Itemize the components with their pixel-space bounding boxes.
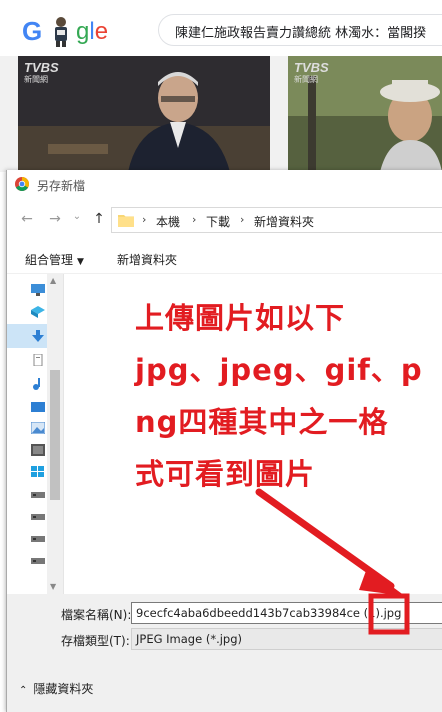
breadcrumb-separator: ›	[142, 213, 147, 226]
breadcrumb-new-folder[interactable]: 新增資料夾	[254, 213, 314, 230]
breadcrumb-separator: ›	[240, 213, 245, 226]
drive-icon[interactable]	[31, 554, 45, 566]
search-input[interactable]: 陳建仁施政報告賣力讚總統 林濁水：當閣揆	[158, 14, 442, 46]
documents-icon[interactable]	[31, 354, 45, 366]
this-pc-icon[interactable]	[31, 284, 45, 296]
filetype-label: 存檔類型(T):	[61, 634, 130, 648]
up-arrow-icon[interactable]: ↑	[91, 211, 107, 227]
music-icon[interactable]	[31, 378, 45, 390]
new-folder-button[interactable]: 新增資料夾	[117, 251, 177, 268]
annotation-line: ng四種其中之一格	[135, 405, 389, 439]
navigation-bar: ← → ⌄ ↑ › 本機 › 下載 › 新增資料夾	[7, 202, 442, 236]
tvbs-watermark: TVBS 新聞網	[24, 60, 59, 84]
3d-objects-icon[interactable]	[31, 306, 45, 318]
chrome-icon	[15, 177, 29, 191]
address-bar[interactable]: › 本機 › 下載 › 新增資料夾	[111, 207, 442, 233]
breadcrumb-downloads[interactable]: 下載	[206, 213, 230, 230]
filename-label: 檔案名稱(N):	[61, 608, 132, 622]
doodle-figure-icon	[55, 17, 67, 47]
scroll-up-arrow-icon[interactable]: ▲	[50, 276, 56, 285]
windows-drive-icon[interactable]	[31, 466, 45, 478]
hide-folders-button[interactable]: ⌃ 隱藏資料夾	[19, 680, 93, 697]
folder-icon	[118, 215, 134, 227]
scroll-down-arrow-icon[interactable]: ▼	[50, 582, 56, 591]
desktop-icon[interactable]	[31, 400, 45, 412]
navigation-pane: ▲ ▼	[7, 274, 63, 594]
drive-icon[interactable]	[31, 510, 45, 522]
scroll-thumb[interactable]	[50, 370, 60, 500]
annotation-line: 上傳圖片如以下	[135, 301, 346, 335]
videos-icon[interactable]	[31, 444, 45, 456]
browser-header: G gle 陳建仁施政報告賣力讚總統 林濁水：當閣揆	[0, 0, 442, 56]
filename-input[interactable]: 9cecfc4aba6dbeedd143b7cab33984ce (1).jpg	[131, 602, 442, 624]
chevron-up-icon: ⌃	[19, 685, 28, 696]
breadcrumb-separator: ›	[192, 213, 197, 226]
dropdown-arrow-icon: ▼	[77, 257, 84, 267]
filetype-select[interactable]: JPEG Image (*.jpg)	[131, 628, 442, 650]
drive-icon[interactable]	[31, 488, 45, 500]
google-doodle-logo[interactable]: G gle	[22, 14, 112, 50]
annotation-line: jpg、jpeg、gif、p	[135, 353, 423, 387]
forward-arrow-icon[interactable]: →	[47, 211, 63, 227]
breadcrumb-this-pc[interactable]: 本機	[156, 213, 180, 230]
news-image[interactable]: TVBS 新聞網	[288, 56, 442, 172]
dialog-titlebar[interactable]: 另存新檔	[7, 170, 442, 198]
red-annotation-text: 上傳圖片如以下 jpg、jpeg、gif、p ng四種其中之一格 式可看到圖片	[135, 292, 435, 500]
save-options-panel: 檔案名稱(N): 9cecfc4aba6dbeedd143b7cab33984c…	[7, 594, 442, 712]
back-arrow-icon[interactable]: ←	[19, 211, 35, 227]
logo-letters: gle	[76, 18, 109, 45]
pane-divider	[63, 274, 64, 594]
save-as-dialog: 另存新檔 ← → ⌄ ↑ › 本機 › 下載 › 新增資料夾 組合管理 ▼ 新增資…	[6, 170, 442, 712]
pictures-icon[interactable]	[31, 422, 45, 434]
annotation-line: 式可看到圖片	[135, 457, 316, 491]
news-image[interactable]: TVBS 新聞網	[18, 56, 270, 172]
drive-icon[interactable]	[31, 532, 45, 544]
recent-locations-chevron-icon[interactable]: ⌄	[69, 211, 85, 222]
navigation-scrollbar[interactable]: ▲ ▼	[47, 274, 63, 594]
dialog-toolbar: 組合管理 ▼ 新增資料夾	[7, 244, 442, 274]
news-strip: TVBS 新聞網 TVBS 新聞網	[0, 56, 442, 172]
organize-button[interactable]: 組合管理 ▼	[25, 251, 84, 268]
logo-letter-g: G	[22, 16, 43, 46]
tvbs-watermark: TVBS 新聞網	[294, 60, 329, 84]
dialog-title: 另存新檔	[37, 179, 86, 193]
downloads-icon[interactable]	[31, 330, 45, 342]
